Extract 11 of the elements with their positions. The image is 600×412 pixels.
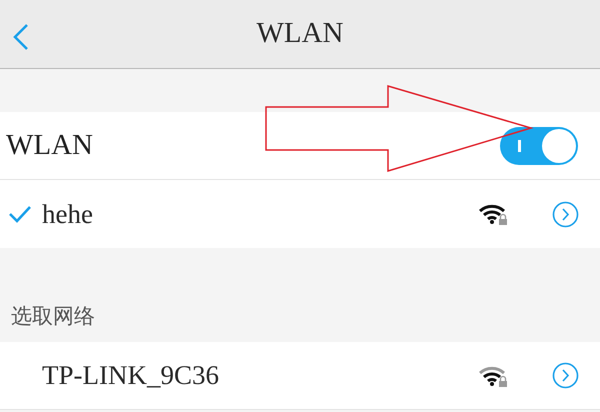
info-button[interactable] (552, 200, 579, 228)
network-name: hehe (42, 198, 94, 231)
network-name: TP-LINK_9C36 (42, 359, 220, 392)
info-button[interactable] (552, 362, 579, 389)
wlan-toggle[interactable] (500, 126, 578, 164)
checkmark-icon (8, 204, 32, 224)
section-header: 选取网络 (11, 302, 95, 330)
network-row[interactable]: hehe (0, 180, 600, 248)
wlan-label: WLAN (6, 128, 94, 163)
network-row[interactable]: TP-LINK_9C36 (0, 342, 600, 410)
window-title: WLAN (256, 16, 344, 52)
